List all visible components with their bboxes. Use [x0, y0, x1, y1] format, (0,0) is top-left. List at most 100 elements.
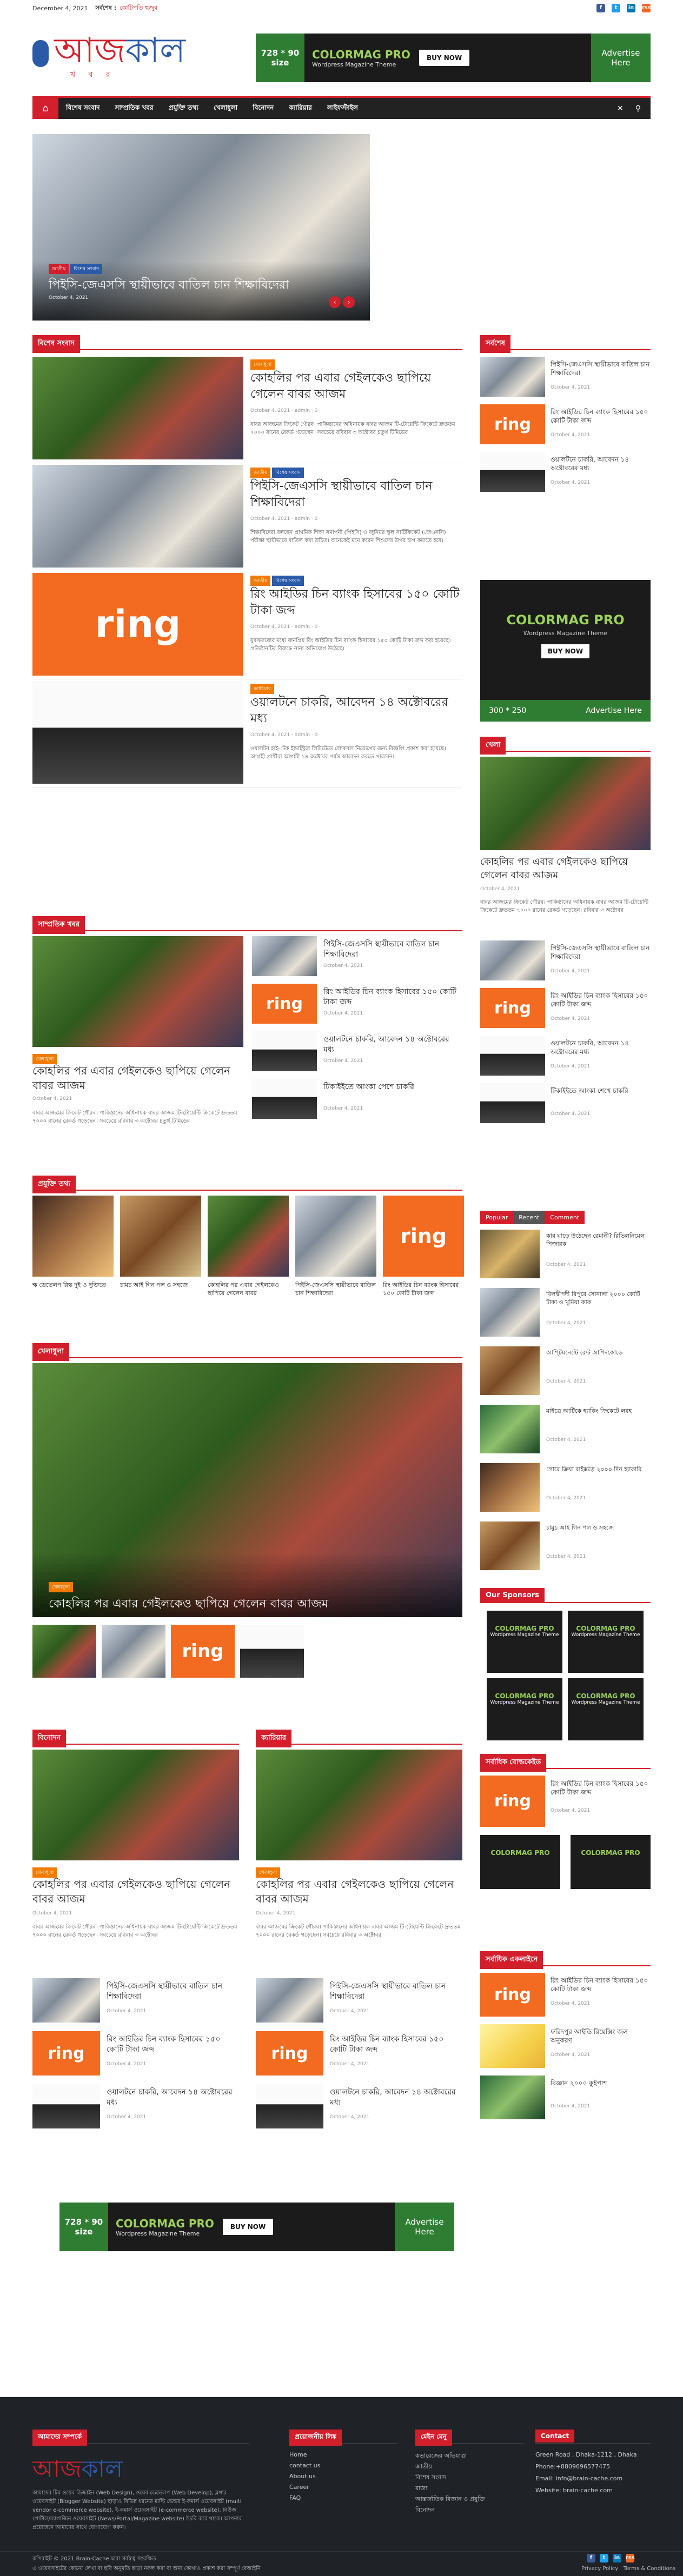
footer-menu-item[interactable]: জাতীয়: [415, 2462, 529, 2472]
category-badge[interactable]: বিশেষ সংবাদ: [272, 468, 304, 478]
career-post-title[interactable]: রিং আইডির চিন ব্যাংক হিসাবের ১৫০ কোটি টা…: [330, 2034, 462, 2055]
sidebar-post-title[interactable]: রিং আইডির চিন ব্যাংক হিসাবের ১৫০ কোটি টা…: [551, 408, 651, 425]
sidebar-thumb[interactable]: ring: [480, 988, 545, 1028]
side3-ad-2[interactable]: COLORMAG PRO: [571, 1835, 651, 1889]
ent-thumb[interactable]: [32, 1978, 100, 2023]
ent-post-title[interactable]: রিং আইডির চিন ব্যাংক হিসাবের ১৫০ কোটি টা…: [107, 2034, 239, 2055]
footer-privacy-link[interactable]: Privacy Policy: [581, 2566, 618, 2572]
tech-item-title[interactable]: ক্ষ ডেভেলপ রিস্ক দুই ও দুক্তিতে: [32, 1281, 114, 1289]
tech-item-title[interactable]: রিং আইডির চিন ব্যাংক হিসাবের ১৫০ কোটি টা…: [383, 1281, 464, 1297]
recent-thumb[interactable]: [252, 1031, 317, 1071]
linkedin-icon[interactable]: in: [627, 4, 635, 12]
side3-ad-1[interactable]: COLORMAG PRO: [480, 1835, 560, 1889]
ent-thumb[interactable]: ring: [32, 2031, 100, 2076]
slider-prev-button[interactable]: ‹: [329, 296, 341, 308]
tech-item-title[interactable]: পিইসি-জেএসসি স্থায়ীভাবে বাতিল চান শিক্ষ…: [295, 1281, 376, 1297]
tech-item-image[interactable]: [295, 1196, 376, 1277]
sports-lead-title[interactable]: কোহলির পর এবার গেইলকেও ছাপিয়ে গেলেন বাব…: [49, 1594, 328, 1614]
sidebar-post-title[interactable]: ওয়ালটনে চাকরি, আবেদন ১৪ অক্টোবরের মধ্য: [551, 455, 651, 472]
side-sports-title[interactable]: খেলা: [480, 737, 506, 755]
special-post-image[interactable]: [32, 465, 243, 568]
sidebar-thumb[interactable]: [480, 1083, 545, 1123]
sidebar-thumb[interactable]: ring: [480, 1973, 545, 2017]
category-badge[interactable]: জাতীয়: [250, 468, 271, 478]
tab-post-thumb[interactable]: [480, 1288, 540, 1337]
sponsor-banner-1[interactable]: COLORMAG PRO Wordpress Magazine Theme: [487, 1611, 562, 1673]
ad-buy-button[interactable]: BUY NOW: [419, 50, 470, 66]
slider-next-button[interactable]: ›: [343, 296, 355, 308]
tab-post-thumb[interactable]: [480, 1463, 540, 1512]
career-post-title[interactable]: ওয়ালটনে চাকরি, আবেদন ১৪ অক্টোবরের মধ্য: [330, 2087, 462, 2108]
nav-item-lifestyle[interactable]: লাইফস্টাইল: [320, 103, 366, 114]
tab-post-title[interactable]: চামুচ আই গিন পল ও সহজে: [546, 1524, 649, 1532]
footer-terms-link[interactable]: Terms & Conditions: [624, 2566, 676, 2572]
footer-twitter-icon[interactable]: t: [600, 2554, 608, 2562]
tech-section-title[interactable]: প্রযুক্তি তথ্য: [32, 1176, 76, 1193]
sponsor-banner-4[interactable]: COLORMAG PRO Wordpress Magazine Theme: [568, 1678, 644, 1740]
tab-post-thumb[interactable]: [480, 1230, 540, 1278]
post-author[interactable]: admin: [295, 408, 310, 413]
slider-cat-2[interactable]: বিশেষ সংবাদ: [70, 264, 102, 274]
side3-post-title-1[interactable]: রিং আইডির চিন ব্যাংক হিসাবের ১৫০ কোটি টা…: [551, 1779, 651, 1797]
bottom-ad-buy-button[interactable]: BUY NOW: [222, 2219, 274, 2235]
slider-cat-1[interactable]: জাতীয়: [49, 264, 69, 274]
side3-title[interactable]: সর্বাধিক বোল্ডকেইড: [480, 1754, 547, 1772]
recent-thumb[interactable]: [252, 936, 317, 976]
footer-link[interactable]: contact us: [289, 2462, 320, 2469]
special-post-title[interactable]: কোহলির পর এবার গেইলকেও ছাপিয়ে গেলেন বাব…: [250, 370, 461, 403]
side3-thumb-1[interactable]: ring: [480, 1776, 545, 1827]
home-icon[interactable]: ⌂: [32, 98, 58, 119]
sidebar-post-title[interactable]: ওয়ালটনে চাকরি, আবেদন ১৪ অক্টোবরের মধ্য: [551, 1039, 651, 1056]
tab-popular[interactable]: Popular: [480, 1211, 514, 1224]
sidebar-thumb[interactable]: [480, 1036, 545, 1076]
featured-slider[interactable]: জাতীয় বিশেষ সংবাদ পিইসি-জেএসসি স্থায়ীভা…: [32, 134, 370, 321]
category-badge[interactable]: খেলাধুলা: [250, 359, 275, 370]
ent-lead-cat[interactable]: খেলাধুলা: [32, 1867, 57, 1878]
bottom-ad-banner[interactable]: 728 * 90 size COLORMAG PRO Wordpress Mag…: [59, 2203, 454, 2251]
tech-item-title[interactable]: কোহলির পর এবার গেইলকেও ছাপিয়ে গেলেন বাব…: [208, 1281, 289, 1297]
latest-ticker-item[interactable]: কোটিপতি হুজুর: [120, 3, 157, 14]
tab-post-thumb[interactable]: [480, 1346, 540, 1395]
footer-menu-item[interactable]: কভারেজের অভিযাত্রা: [415, 2451, 529, 2461]
special-post-image[interactable]: ring: [32, 573, 243, 676]
tab-comment[interactable]: Comment: [545, 1211, 585, 1224]
tab-post-title[interactable]: আশ্টিমনেন্টে রেন্ট আশিদকোডে: [546, 1349, 649, 1357]
tech-item-image[interactable]: [120, 1196, 201, 1277]
nav-item-special[interactable]: বিশেষ সংবাদ: [58, 103, 107, 114]
career-lead-image[interactable]: [256, 1750, 462, 1860]
nav-item-career[interactable]: ক্যারিয়ার: [281, 103, 320, 114]
sports-thumb-1[interactable]: [32, 1625, 96, 1678]
ent-post-title[interactable]: ওয়ালটনে চাকরি, আবেদন ১৪ অক্টোবরের মধ্য: [107, 2087, 239, 2108]
header-ad-banner[interactable]: 728 * 90 size COLORMAG PRO Wordpress Mag…: [256, 34, 651, 82]
tech-item-image[interactable]: [208, 1196, 289, 1277]
sports-thumb-2[interactable]: [102, 1625, 165, 1678]
recent-thumb[interactable]: ring: [252, 984, 317, 1024]
sidebar-post-title[interactable]: পিইসি-জেএসসি স্থায়ীভাবে বাতিল চান শিক্ষ…: [551, 944, 651, 961]
career-section-title[interactable]: ক্যারিয়ার: [256, 1730, 292, 1747]
special-section-title[interactable]: বিশেষ সংবাদ: [32, 335, 80, 353]
sponsor-banner-2[interactable]: COLORMAG PRO Wordpress Magazine Theme: [568, 1611, 644, 1673]
side-sports-lead-image[interactable]: [480, 757, 651, 850]
tab-post-title[interactable]: মাইত্রে আর্টিকে হ্যাকিং ক্রিকেটে লবহ: [546, 1407, 649, 1415]
recent-lead-title[interactable]: কোহলির পর এবার গেইলকেও ছাপিয়ে গেলেন বাব…: [32, 1064, 243, 1093]
tab-post-title[interactable]: কার ঘাড়ে উঠেছেন রেমানী? রিভিলনিমেল পিজা…: [546, 1232, 649, 1248]
ent-lead-image[interactable]: [32, 1750, 239, 1860]
special-post-title[interactable]: পিইসি-জেএসসি স্থায়ীভাবে বাতিল চান শিক্ষ…: [250, 478, 461, 511]
tab-post-title[interactable]: বিলদ্বীপদী রিপুরে সোনালা ২০০০ কোটি টাকা …: [546, 1290, 649, 1306]
side-ad-buy-button[interactable]: BUY NOW: [541, 644, 590, 658]
footer-linkedin-icon[interactable]: in: [613, 2554, 621, 2562]
post-comments[interactable]: 0: [315, 516, 318, 522]
special-post-title[interactable]: রিং আইডির চিন ব্যাংক হিসাবের ১৫০ কোটি টা…: [250, 586, 461, 619]
sidebar-post-title[interactable]: পিইসি-জেএসসি স্থায়ীভাবে বাতিল চান শিক্ষ…: [551, 360, 651, 377]
post-comments[interactable]: 0: [315, 732, 318, 738]
recent-section-title[interactable]: সাম্প্রতিক খবর: [32, 916, 85, 934]
side4-title[interactable]: সর্বাধিক একলাইনে: [480, 1951, 543, 1969]
tab-recent[interactable]: Recent: [513, 1211, 545, 1224]
recent-post-title[interactable]: রিং আইডির চিন ব্যাংক হিসাবের ১৫০ কোটি টা…: [323, 987, 461, 1007]
tech-item-image[interactable]: ring: [383, 1196, 464, 1277]
slider-title[interactable]: পিইসি-জেএসসি স্থায়ীভাবে বাতিল চান শিক্ষ…: [49, 276, 289, 296]
career-thumb[interactable]: [256, 2084, 323, 2128]
post-author[interactable]: admin: [295, 516, 310, 522]
sidebar-thumb[interactable]: [480, 2024, 545, 2068]
sports-lead-cat[interactable]: খেলাধুলা: [49, 1582, 74, 1592]
